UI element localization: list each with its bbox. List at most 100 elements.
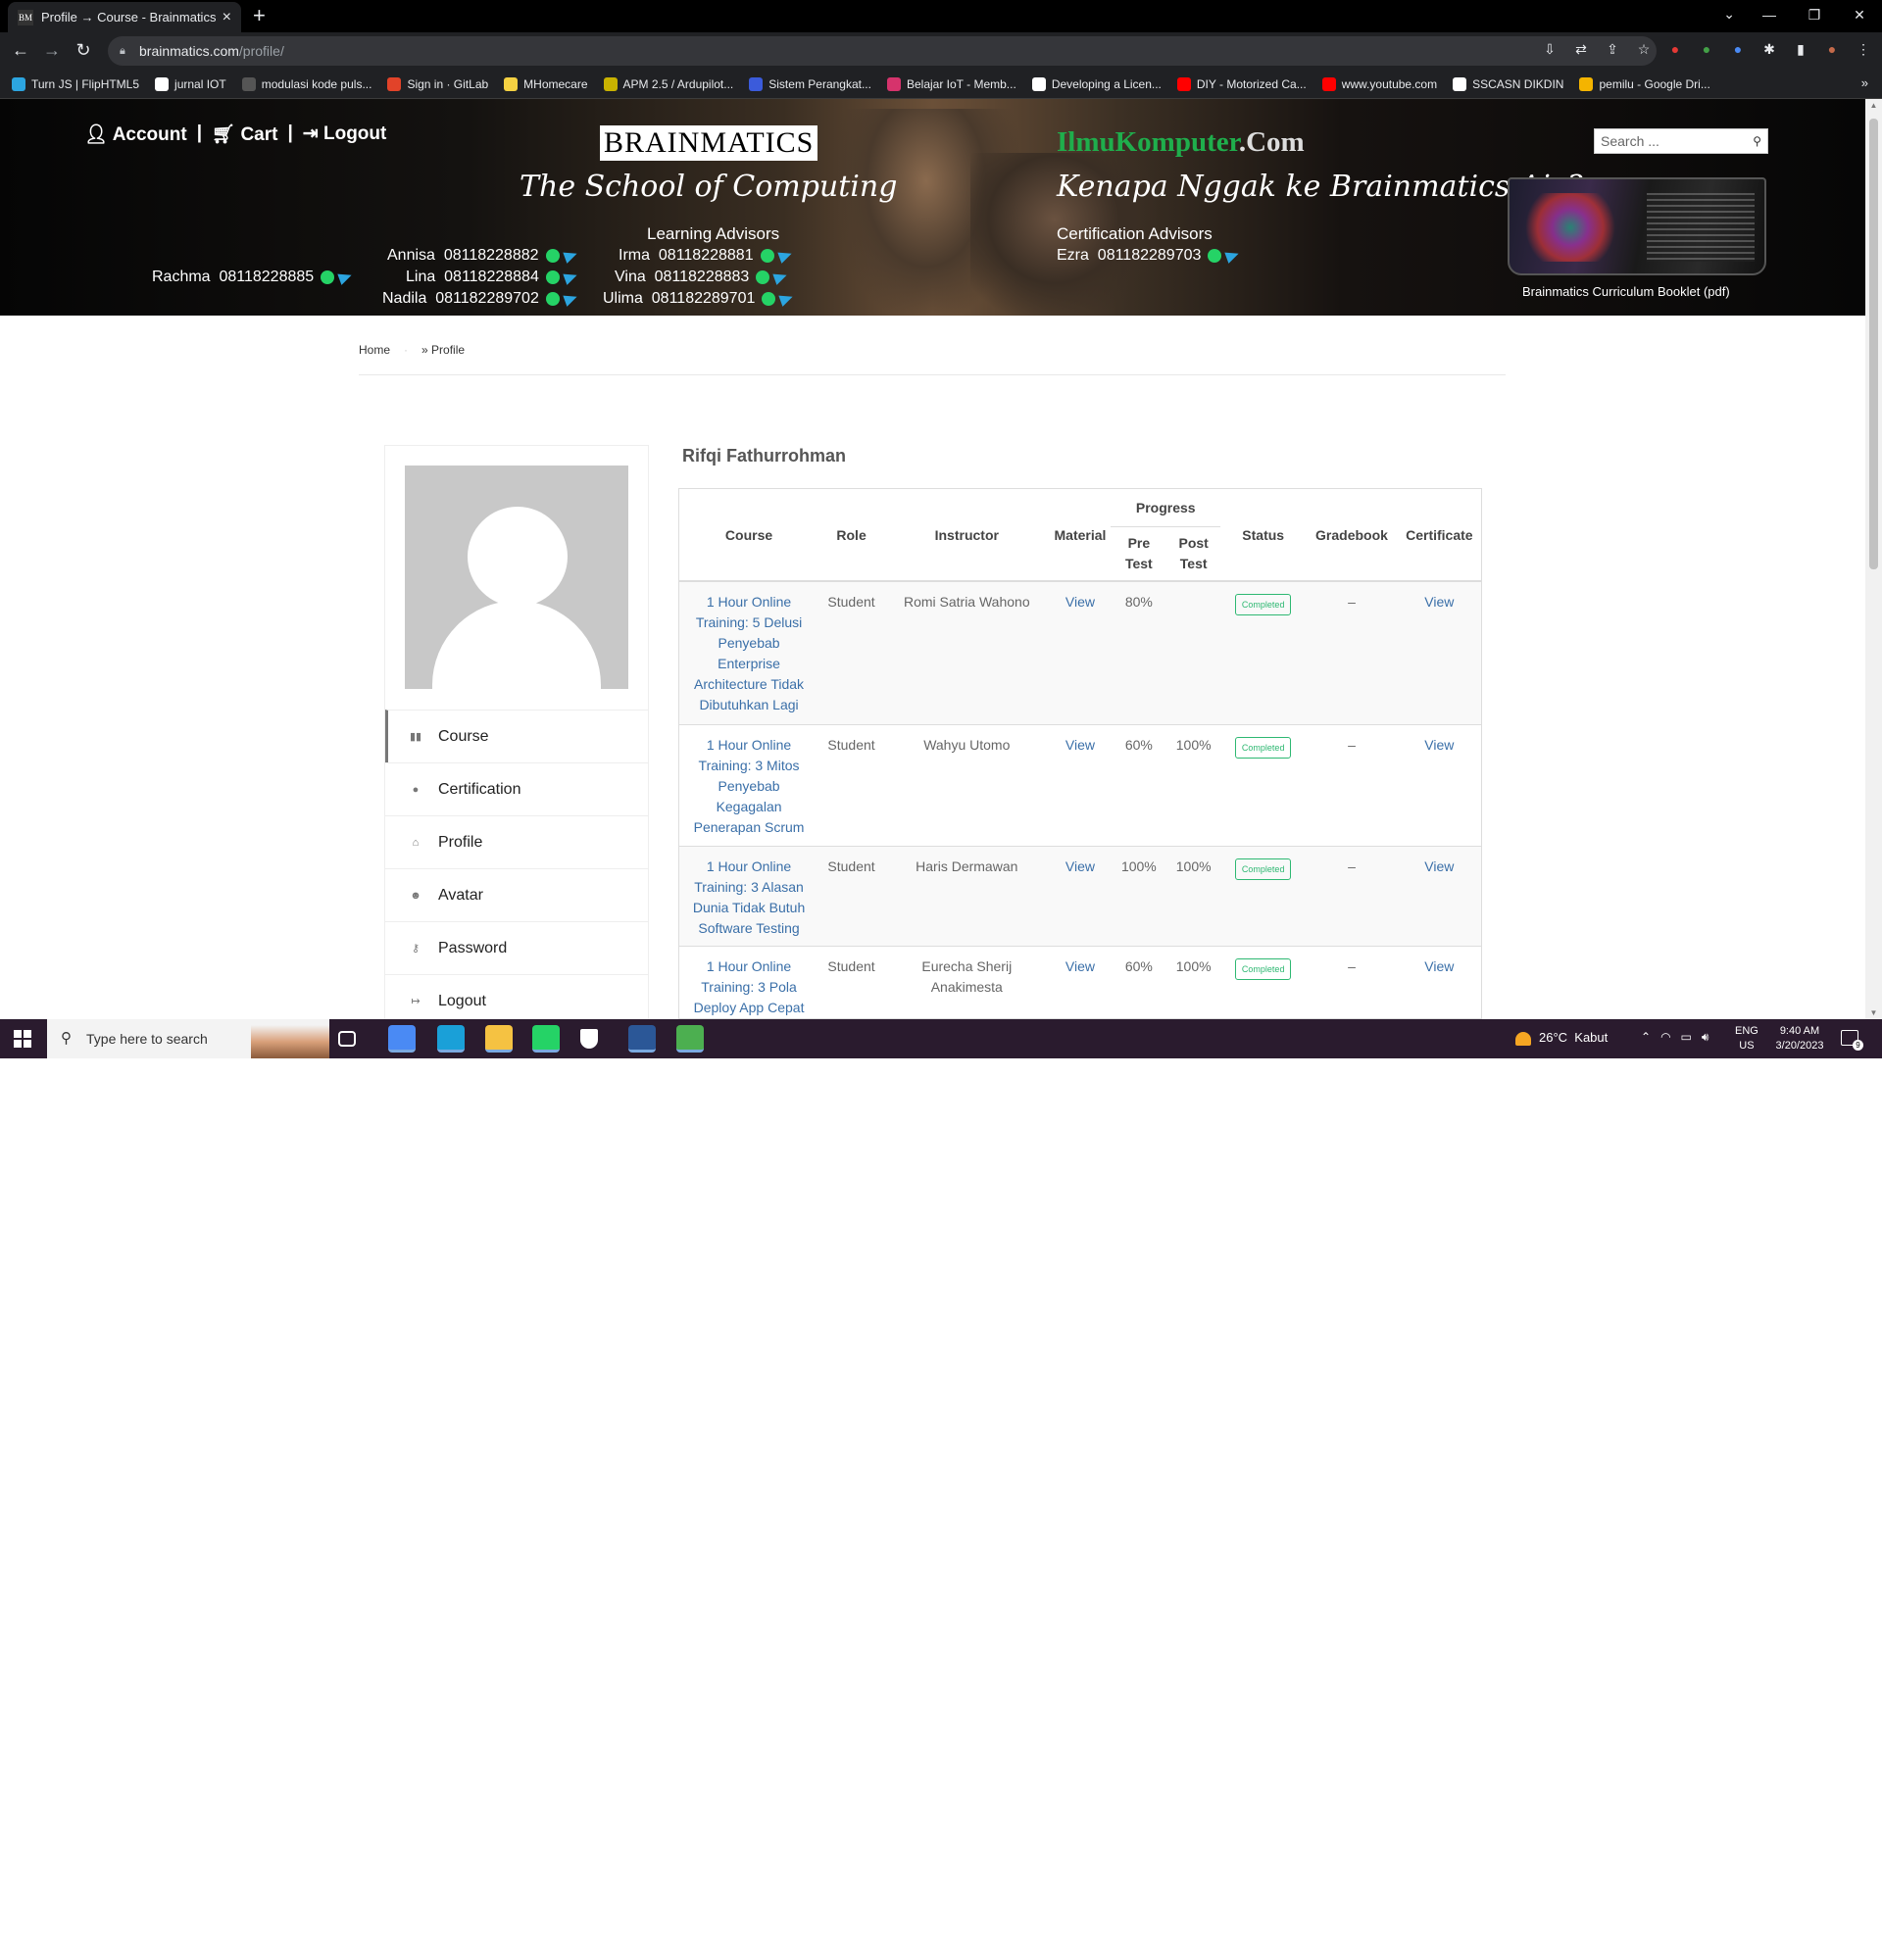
forward-icon[interactable]: → <box>41 40 63 61</box>
bookmark-item[interactable]: DIY - Motorized Ca... <box>1176 76 1307 91</box>
volume-icon[interactable]: 🔊︎ <box>1702 1030 1709 1045</box>
wifi-icon[interactable]: ◠ <box>1660 1030 1670 1045</box>
edge-icon[interactable] <box>437 1025 465 1053</box>
bookmark-item[interactable]: Developing a Licen... <box>1031 76 1162 91</box>
certificate-link[interactable]: View <box>1424 594 1454 610</box>
close-tab-icon[interactable]: × <box>223 9 231 26</box>
windows-start-icon[interactable] <box>14 1030 31 1048</box>
scroll-down-icon[interactable]: ▼ <box>1865 1008 1882 1017</box>
extensions-puzzle-icon[interactable]: ✱ <box>1760 40 1778 58</box>
chrome-icon[interactable] <box>388 1025 416 1053</box>
security-icon[interactable] <box>580 1029 598 1049</box>
bookmark-star-icon[interactable]: ☆ <box>1635 40 1653 58</box>
material-link[interactable]: View <box>1065 858 1095 874</box>
course-link[interactable]: 1 Hour Online Training: 3 Mitos Penyebab… <box>694 737 805 835</box>
telegram-icon[interactable] <box>563 291 579 307</box>
lock-icon[interactable]: 🔒︎ <box>120 36 125 66</box>
telegram-icon[interactable] <box>337 270 354 285</box>
bookmark-item[interactable]: SSCASN DIKDIN <box>1453 76 1563 91</box>
whatsapp-icon[interactable] <box>756 270 770 284</box>
menu-kebab-icon[interactable]: ⋮ <box>1855 40 1872 58</box>
certificate-link[interactable]: View <box>1424 737 1454 753</box>
task-view-icon[interactable] <box>338 1031 356 1047</box>
scrollbar-thumb[interactable] <box>1869 119 1878 569</box>
install-icon[interactable]: ⇩ <box>1541 40 1559 58</box>
bookmarks-overflow-icon[interactable]: » <box>1861 75 1868 90</box>
minimize-icon[interactable]: — <box>1747 0 1792 32</box>
telegram-icon[interactable] <box>776 248 794 264</box>
whatsapp-icon[interactable] <box>545 292 560 306</box>
logout-link[interactable]: ⇥ Logout <box>303 122 387 146</box>
bookmark-item[interactable]: MHomecare <box>504 76 588 91</box>
brainmatics-logo[interactable]: BRAINMATICS <box>600 125 818 161</box>
sidebar-item-password[interactable]: ⚷ Password <box>385 921 648 974</box>
whatsapp-icon[interactable] <box>1208 249 1222 263</box>
sidebar-item-course[interactable]: ▮▮ Course <box>385 710 648 762</box>
search-input[interactable]: Search ... ⚲ <box>1594 128 1768 154</box>
ilmukomputer-logo[interactable]: IlmuKomputer.Com <box>1057 126 1305 159</box>
page-scrollbar[interactable]: ▲ ▼ <box>1865 99 1882 1019</box>
browser-tab[interactable]: BM Profile → Course - Brainmatics × <box>8 2 241 32</box>
whatsapp-icon[interactable] <box>545 270 560 284</box>
bookmark-item[interactable]: www.youtube.com <box>1321 76 1437 91</box>
whatsapp-icon[interactable] <box>545 249 560 263</box>
certificate-link[interactable]: View <box>1424 858 1454 874</box>
telegram-icon[interactable] <box>778 291 796 307</box>
whatsapp-icon[interactable] <box>532 1025 560 1053</box>
whatsapp-icon[interactable] <box>760 249 774 263</box>
taskbar-search-input[interactable]: ⚲ Type here to search <box>47 1019 329 1058</box>
telegram-icon[interactable] <box>772 270 789 285</box>
battery-icon[interactable]: ▭ <box>1681 1030 1692 1045</box>
extension-blue-icon[interactable]: ● <box>1729 40 1747 58</box>
new-tab-icon[interactable]: + <box>253 5 266 26</box>
breadcrumb-home[interactable]: Home <box>359 343 390 357</box>
sidebar-item-avatar[interactable]: ☻ Avatar <box>385 868 648 921</box>
telegram-icon[interactable] <box>562 248 579 264</box>
clock[interactable]: 9:40 AM 3/20/2023 <box>1772 1024 1827 1054</box>
bookmark-item[interactable]: Sistem Perangkat... <box>749 76 871 91</box>
extension-red-icon[interactable]: ● <box>1666 40 1684 58</box>
bookmark-item[interactable]: modulasi kode puls... <box>241 76 371 91</box>
share-icon[interactable]: ⇪ <box>1604 40 1621 58</box>
bookmark-item[interactable]: jurnal IOT <box>155 76 226 91</box>
material-link[interactable]: View <box>1065 737 1095 753</box>
restore-icon[interactable]: ❐ <box>1792 0 1837 32</box>
sidebar-item-certification[interactable]: ● Certification <box>385 762 648 815</box>
telegram-icon[interactable] <box>563 270 579 285</box>
telegram-icon[interactable] <box>1224 248 1242 264</box>
back-icon[interactable]: ← <box>10 40 31 61</box>
file-explorer-icon[interactable] <box>485 1025 513 1053</box>
certificate-link[interactable]: View <box>1424 958 1454 974</box>
weather-widget[interactable]: 26°C Kabut <box>1515 1030 1608 1046</box>
scroll-up-icon[interactable]: ▲ <box>1865 101 1882 110</box>
curriculum-booklet-image[interactable] <box>1508 177 1766 275</box>
sidebar-item-profile[interactable]: ⌂ Profile <box>385 815 648 868</box>
translate-icon[interactable]: ⇄ <box>1572 40 1590 58</box>
whatsapp-icon[interactable] <box>321 270 335 284</box>
material-link[interactable]: View <box>1065 958 1095 974</box>
search-icon[interactable]: ⚲ <box>1753 129 1761 153</box>
address-bar[interactable]: 🔒︎ brainmatics.com/profile/ <box>108 36 1657 66</box>
bookmark-item[interactable]: pemilu - Google Dri... <box>1579 76 1710 91</box>
course-link[interactable]: 1 Hour Online Training: 3 Alasan Dunia T… <box>693 858 805 936</box>
whatsapp-icon[interactable] <box>762 292 776 306</box>
tab-search-icon[interactable]: ⌄ <box>1723 6 1735 23</box>
course-link[interactable]: 1 Hour Online Training: 3 Pola Deploy Ap… <box>694 958 805 1015</box>
side-panel-icon[interactable]: ▮ <box>1792 40 1809 58</box>
profile-avatar-icon[interactable]: ● <box>1823 40 1841 58</box>
bookmark-item[interactable]: APM 2.5 / Ardupilot... <box>603 76 733 91</box>
chevron-up-icon[interactable]: ⌃ <box>1641 1030 1651 1045</box>
word-icon[interactable] <box>628 1025 656 1053</box>
course-link[interactable]: 1 Hour Online Training: 5 Delusi Penyeba… <box>694 594 804 712</box>
reload-icon[interactable]: ↻ <box>73 40 94 61</box>
bookmark-item[interactable]: Sign in · GitLab <box>387 76 488 91</box>
language-indicator[interactable]: ENG US <box>1735 1024 1758 1054</box>
notification-center-icon[interactable]: 9 <box>1841 1030 1863 1051</box>
booklet-caption[interactable]: Brainmatics Curriculum Booklet (pdf) <box>1522 284 1730 299</box>
account-link[interactable]: 👤︎ Account <box>84 122 187 146</box>
close-window-icon[interactable]: ✕ <box>1837 0 1882 32</box>
cart-link[interactable]: 🛒︎ Cart <box>212 122 277 146</box>
torrent-icon[interactable] <box>676 1025 704 1053</box>
bookmark-item[interactable]: Turn JS | FlipHTML5 <box>12 76 139 91</box>
material-link[interactable]: View <box>1065 594 1095 610</box>
